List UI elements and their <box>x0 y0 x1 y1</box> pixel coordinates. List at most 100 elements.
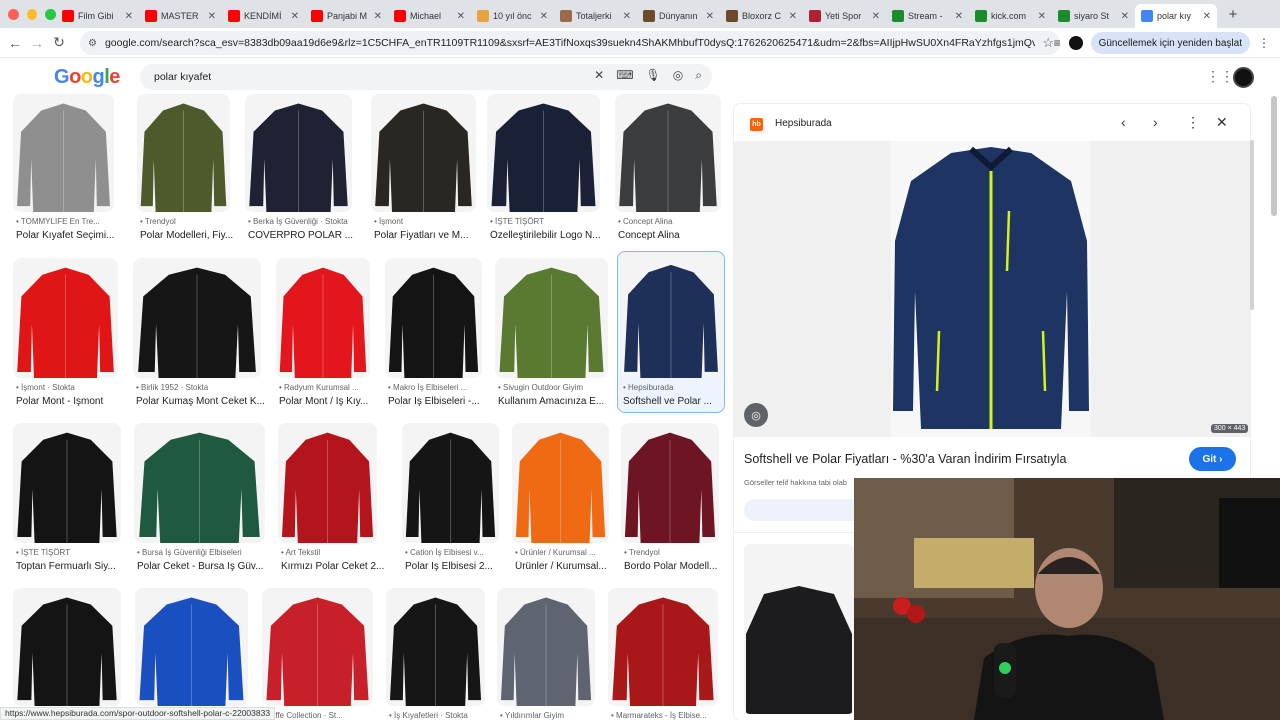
result-title[interactable]: COVERPRO POLAR ... <box>248 230 365 241</box>
result-thumbnail[interactable] <box>386 588 485 706</box>
result-thumbnail[interactable] <box>497 588 595 706</box>
result-source[interactable]: • İş Kıyafetleri · Stokta <box>389 711 498 720</box>
result-title[interactable]: Polar Mont / İş Kıy... <box>279 396 383 407</box>
result-source[interactable]: • Cation İş Elbisesi v... <box>405 548 512 557</box>
result-title[interactable]: Özelleştirilebilir Logo N... <box>490 230 613 241</box>
site-info-icon[interactable]: ⚙ <box>88 38 97 49</box>
close-tab-icon[interactable]: ✕ <box>1038 11 1046 22</box>
result-source[interactable]: • Berka İş Güvenliği · Stokta <box>248 217 365 226</box>
result-title[interactable]: Polar İş Elbiseleri -... <box>388 396 495 407</box>
result-source[interactable]: • Sivugin Outdoor Giyim <box>498 383 621 392</box>
minimize-window-button[interactable] <box>26 8 38 20</box>
result-title[interactable]: Kırmızı Polar Ceket 2... <box>281 561 390 572</box>
search-icon[interactable]: ⌕ <box>695 68 702 83</box>
result-title[interactable]: Polar İş Elbisesi 2... <box>405 561 512 572</box>
result-title[interactable]: Polar Modelleri, Fiy... <box>140 230 243 241</box>
result-source[interactable]: • Makro İş Elbiseleri ... <box>388 383 495 392</box>
close-tab-icon[interactable]: ✕ <box>457 11 465 22</box>
google-logo[interactable]: Google <box>54 66 120 89</box>
forward-button[interactable]: → <box>26 35 48 51</box>
close-window-button[interactable] <box>8 8 19 20</box>
profile-avatar[interactable] <box>1068 36 1083 50</box>
result-thumbnail[interactable] <box>137 94 230 212</box>
result-thumbnail[interactable] <box>245 94 352 212</box>
lens-search-icon[interactable]: ◎ <box>744 403 768 427</box>
result-source[interactable]: • İŞTE TİŞÖRT <box>490 217 613 226</box>
visit-button[interactable]: Git › <box>1189 447 1236 471</box>
result-thumbnail[interactable] <box>385 258 482 378</box>
close-tab-icon[interactable]: ✕ <box>955 11 963 22</box>
result-thumbnail[interactable] <box>512 423 609 543</box>
result-thumbnail[interactable] <box>487 94 600 212</box>
panel-scrollbar[interactable] <box>1250 140 1254 310</box>
keyboard-icon[interactable]: ⌨ <box>616 68 633 83</box>
result-title[interactable]: Softshell ve Polar ... <box>623 396 735 407</box>
result-source[interactable]: • Birlik 1952 · Stokta <box>136 383 274 392</box>
preview-image-area[interactable] <box>734 141 1250 437</box>
tab-12[interactable]: kick.com ✕ <box>969 4 1052 28</box>
result-title[interactable]: Polar Kıyafet Seçimi... <box>16 230 127 241</box>
next-icon[interactable]: › <box>1153 114 1158 130</box>
back-button[interactable]: ← <box>4 35 26 51</box>
update-restart-button[interactable]: Güncellemek için yeniden başlat <box>1090 32 1250 54</box>
tab-2[interactable]: MASTER ✕ <box>139 4 222 28</box>
result-title[interactable]: Toptan Fermuarlı Siy... <box>16 561 134 572</box>
close-tab-icon[interactable]: ✕ <box>789 11 797 22</box>
close-tab-icon[interactable]: ✕ <box>623 11 631 22</box>
new-tab-button[interactable]: + <box>1223 6 1243 23</box>
result-source[interactable]: • Ürünler / Kurumsal ... <box>515 548 622 557</box>
result-thumbnail[interactable] <box>13 588 121 706</box>
maximize-window-button[interactable] <box>45 8 57 20</box>
menu-kebab-icon[interactable]: ⋮ <box>1258 36 1270 50</box>
result-source[interactable]: • Yıldırımlar Giyim <box>500 711 608 720</box>
tab-5[interactable]: Michael ✕ <box>388 4 471 28</box>
result-title[interactable]: Bordo Polar Modell... <box>624 561 732 572</box>
result-source[interactable]: • Art Tekstil <box>281 548 390 557</box>
previous-icon[interactable]: ‹ <box>1121 114 1126 130</box>
search-input[interactable]: polar kıyafet ✕ ⌨ 🎙 ◎ ⌕ <box>140 64 712 90</box>
result-thumbnail[interactable] <box>134 423 265 543</box>
tab-8[interactable]: Dünyanın ✕ <box>637 4 720 28</box>
close-tab-icon[interactable]: ✕ <box>374 11 382 22</box>
account-avatar[interactable] <box>1233 67 1254 88</box>
result-thumbnail[interactable] <box>13 258 118 378</box>
close-tab-icon[interactable]: ✕ <box>125 11 133 22</box>
result-thumbnail[interactable] <box>133 258 261 378</box>
close-tab-icon[interactable]: ✕ <box>1121 11 1129 22</box>
result-thumbnail[interactable] <box>402 423 499 543</box>
result-thumbnail[interactable] <box>262 588 373 706</box>
tab-9[interactable]: Bloxorz C ✕ <box>720 4 803 28</box>
close-tab-icon[interactable]: ✕ <box>208 11 216 22</box>
result-thumbnail[interactable] <box>495 258 608 378</box>
panel-title[interactable]: Softshell ve Polar Fiyatları - %30'a Var… <box>744 452 1066 466</box>
result-source[interactable]: • TOMMYLIFE En Tre... <box>16 217 127 226</box>
tab-13[interactable]: siyaro St ✕ <box>1052 4 1135 28</box>
lens-icon[interactable]: ◎ <box>673 68 683 83</box>
result-thumbnail[interactable] <box>13 423 121 543</box>
close-tab-icon[interactable]: ✕ <box>540 11 548 22</box>
result-thumbnail[interactable] <box>608 588 718 706</box>
more-options-icon[interactable]: ⋮ <box>1186 114 1200 131</box>
clear-icon[interactable]: ✕ <box>594 68 604 83</box>
result-title[interactable]: Kullanım Amacınıza E... <box>498 396 621 407</box>
close-tab-icon[interactable]: ✕ <box>872 11 880 22</box>
microphone-icon[interactable]: 🎙 <box>646 68 661 83</box>
close-tab-icon[interactable]: ✕ <box>291 11 299 22</box>
result-source[interactable]: • Radyum Kurumsal ... <box>279 383 383 392</box>
result-thumbnail[interactable] <box>371 94 476 212</box>
tab-4[interactable]: Panjabi M ✕ <box>305 4 388 28</box>
panel-site-name[interactable]: Hepsiburada <box>775 118 832 129</box>
close-tab-icon[interactable]: ✕ <box>706 11 714 22</box>
preview-image[interactable] <box>891 141 1091 437</box>
result-title[interactable]: Ürünler / Kurumsal... <box>515 561 622 572</box>
result-thumbnail[interactable] <box>13 94 114 212</box>
result-source[interactable]: • Trendyol <box>624 548 732 557</box>
result-source[interactable]: • Trendyol <box>140 217 243 226</box>
close-tab-icon[interactable]: ✕ <box>1203 11 1211 22</box>
apps-grid-icon[interactable]: ⋮⋮ <box>1206 68 1234 85</box>
tab-3[interactable]: KENDİMİ ✕ <box>222 4 305 28</box>
close-icon[interactable]: ✕ <box>1216 114 1228 131</box>
result-title[interactable]: Polar Kumaş Mont Ceket K... <box>136 396 274 407</box>
result-title[interactable]: Polar Fiyatları ve M... <box>374 230 489 241</box>
result-source[interactable]: • İşmont · Stokta <box>16 383 131 392</box>
